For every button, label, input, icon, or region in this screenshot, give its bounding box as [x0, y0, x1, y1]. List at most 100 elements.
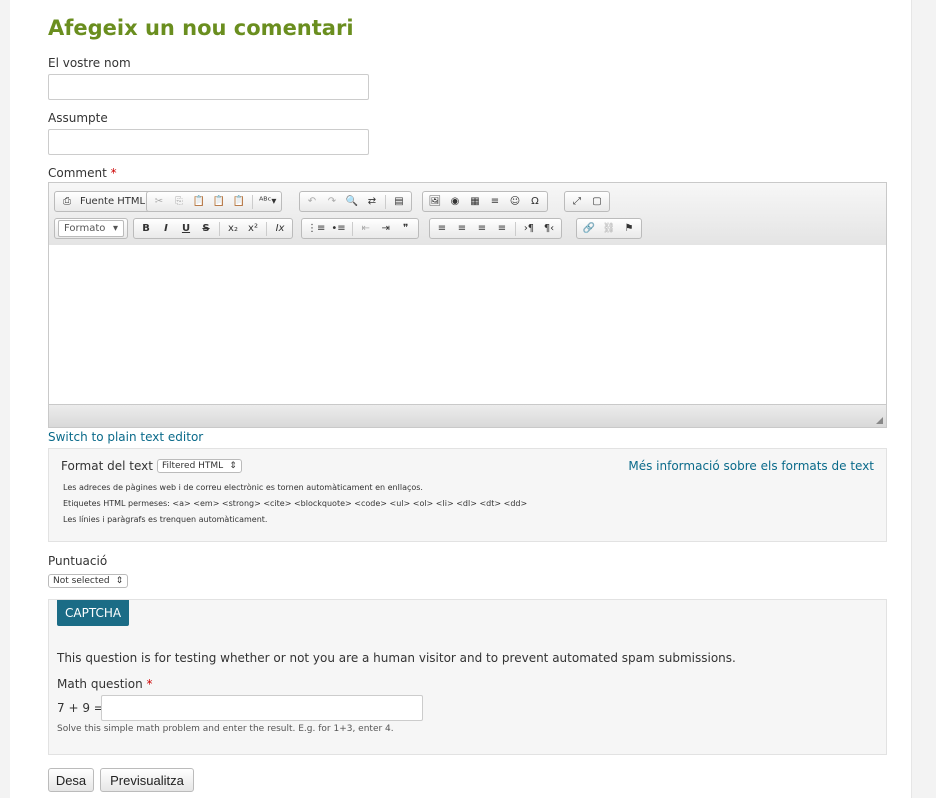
name-input[interactable] — [48, 74, 369, 100]
align-left-icon[interactable]: ≡ — [433, 220, 451, 237]
superscript-icon[interactable]: x² — [244, 220, 262, 237]
save-button[interactable]: Desa — [48, 768, 94, 792]
select-arrows-icon: ⇕ — [115, 576, 124, 586]
format-combo-label: Formato — [64, 223, 106, 234]
editor-toolbar: ⎙ Fuente HTML ✂ ⎘ 📋 📋 📋 ᴬᴮᶜ▾ ↶ ↷ 🔍 ⇄ ▤ 🖼… — [49, 183, 886, 246]
clipboard-group: ✂ ⎘ 📋 📋 📋 ᴬᴮᶜ▾ — [146, 191, 283, 212]
align-right-icon[interactable]: ≡ — [473, 220, 491, 237]
table-icon[interactable]: ▦ — [466, 193, 484, 210]
paste-text-icon[interactable]: 📋 — [210, 193, 228, 210]
remove-format-icon[interactable]: Ix — [271, 220, 289, 237]
paragraph-group: ⋮≡ •≡ ⇤ ⇥ ❞ — [301, 218, 419, 239]
text-format-value: Filtered HTML — [161, 461, 224, 471]
align-justify-icon[interactable]: ≡ — [493, 220, 511, 237]
copy-icon[interactable]: ⎘ — [170, 193, 188, 210]
show-blocks-icon[interactable]: ▢ — [588, 193, 606, 210]
format-tip: Etiquetes HTML permeses: <a> <em> <stron… — [63, 499, 528, 508]
math-help-text: Solve this simple math problem and enter… — [57, 724, 394, 734]
italic-icon[interactable]: I — [157, 220, 175, 237]
comment-label-text: Comment — [48, 166, 107, 180]
strike-icon[interactable]: S — [197, 220, 215, 237]
rating-value: Not selected — [53, 576, 110, 586]
text-format-select[interactable]: Filtered HTML ⇕ — [156, 459, 242, 473]
rich-text-editor: ⎙ Fuente HTML ✂ ⎘ 📋 📋 📋 ᴬᴮᶜ▾ ↶ ↷ 🔍 ⇄ ▤ 🖼… — [48, 182, 887, 428]
toolbar-separator — [515, 221, 516, 236]
link-icon[interactable]: 🔗 — [580, 220, 598, 237]
editor-statusbar — [49, 404, 886, 427]
rating-select[interactable]: Not selected ⇕ — [48, 574, 129, 588]
subscript-icon[interactable]: x₂ — [224, 220, 242, 237]
indent-icon[interactable]: ⇥ — [377, 220, 395, 237]
text-format-label: Format del text — [61, 459, 153, 473]
preview-button[interactable]: Previsualitza — [100, 768, 194, 792]
captcha-fieldset: CAPTCHA This question is for testing whe… — [48, 599, 887, 755]
left-gutter — [0, 0, 10, 798]
switch-plain-text-link[interactable]: Switch to plain text editor — [48, 430, 203, 444]
flash-icon[interactable]: ◉ — [446, 193, 464, 210]
toolbar-separator — [266, 221, 267, 236]
align-center-icon[interactable]: ≡ — [453, 220, 471, 237]
text-format-info-link[interactable]: Més informació sobre els formats de text — [628, 459, 874, 473]
redo-icon[interactable]: ↷ — [323, 193, 341, 210]
basic-style-group: B I U S x₂ x² Ix — [133, 218, 293, 239]
select-arrows-icon: ⇕ — [229, 461, 237, 471]
format-tip: Les adreces de pàgines web i de correu e… — [63, 483, 423, 492]
source-group: ⎙ Fuente HTML — [54, 191, 152, 212]
insert-group: 🖼 ◉ ▦ ≡ ☺ Ω — [422, 191, 548, 212]
math-answer-input[interactable] — [101, 695, 423, 721]
right-gutter — [911, 0, 936, 798]
text-format-box: Format del text Filtered HTML ⇕ Més info… — [48, 448, 887, 542]
paste-word-icon[interactable]: 📋 — [230, 193, 248, 210]
format-combo[interactable]: Formato ▾ — [58, 220, 124, 237]
captcha-description: This question is for testing whether or … — [57, 651, 736, 665]
resize-grip-icon[interactable] — [876, 417, 883, 424]
rating-label: Puntuació — [48, 554, 108, 568]
toolbar-separator — [351, 221, 353, 236]
horizontal-rule-icon[interactable]: ≡ — [486, 193, 504, 210]
undo-icon[interactable]: ↶ — [303, 193, 321, 210]
chevron-down-icon: ▾ — [112, 223, 118, 234]
math-question-label-text: Math question — [57, 677, 143, 691]
format-tip: Les línies i paràgrafs es trenquen autom… — [63, 515, 268, 524]
replace-icon[interactable]: ⇄ — [363, 193, 381, 210]
required-mark: * — [146, 677, 153, 691]
required-mark: * — [110, 166, 117, 180]
link-group: 🔗 ⛓ ⚑ — [576, 218, 642, 239]
text-format-row: Format del text Filtered HTML ⇕ — [61, 459, 242, 473]
bulleted-list-icon[interactable]: •≡ — [329, 220, 347, 237]
captcha-legend: CAPTCHA — [57, 600, 130, 626]
source-button[interactable]: Fuente HTML — [78, 193, 147, 210]
special-char-icon[interactable]: Ω — [526, 193, 544, 210]
image-icon[interactable]: 🖼 — [426, 193, 444, 210]
toolbar-separator — [385, 194, 386, 209]
view-group: ⤢ ▢ — [564, 191, 610, 212]
blockquote-icon[interactable]: ❞ — [397, 220, 415, 237]
subject-label: Assumpte — [48, 111, 108, 125]
align-group: ≡ ≡ ≡ ≡ ›¶ ¶‹ — [429, 218, 562, 239]
toolbar-separator — [219, 221, 220, 236]
math-question: 7 + 9 = — [57, 701, 104, 715]
unlink-icon[interactable]: ⛓ — [600, 220, 618, 237]
select-all-icon[interactable]: ▤ — [390, 193, 408, 210]
rtl-icon[interactable]: ¶‹ — [540, 220, 558, 237]
comment-label: Comment * — [48, 166, 117, 180]
cut-icon[interactable]: ✂ — [150, 193, 168, 210]
source-icon: ⎙ — [63, 196, 71, 207]
numbered-list-icon[interactable]: ⋮≡ — [305, 220, 327, 237]
underline-icon[interactable]: U — [177, 220, 195, 237]
bold-icon[interactable]: B — [137, 220, 155, 237]
maximize-icon[interactable]: ⤢ — [568, 193, 586, 210]
form-title: Afegeix un nou comentari — [48, 16, 354, 40]
math-question-label: Math question * — [57, 677, 153, 691]
anchor-icon[interactable]: ⚑ — [620, 220, 638, 237]
ltr-icon[interactable]: ›¶ — [520, 220, 538, 237]
spellcheck-icon[interactable]: ᴬᴮᶜ▾ — [257, 193, 278, 210]
editor-body[interactable] — [49, 245, 886, 405]
paste-icon[interactable]: 📋 — [190, 193, 208, 210]
find-icon[interactable]: 🔍 — [343, 193, 361, 210]
subject-input[interactable] — [48, 129, 369, 155]
toolbar-separator — [252, 194, 253, 209]
outdent-icon[interactable]: ⇤ — [357, 220, 375, 237]
format-combo-group: Formato ▾ — [54, 218, 128, 239]
smiley-icon[interactable]: ☺ — [506, 193, 524, 210]
